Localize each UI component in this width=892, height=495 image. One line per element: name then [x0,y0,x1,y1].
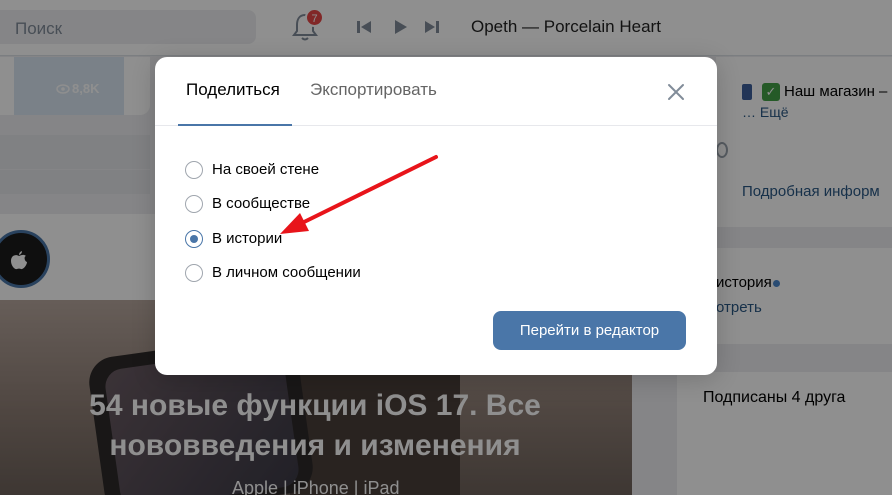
option-community[interactable]: В сообществе [185,191,425,217]
dialog-tabs: Поделиться Экспортировать [155,57,717,126]
open-editor-button[interactable]: Перейти в редактор [493,311,686,350]
tab-share[interactable]: Поделиться [186,80,280,100]
tab-export[interactable]: Экспортировать [310,80,437,100]
share-dialog: Поделиться Экспортировать На своей стене… [155,57,717,375]
option-private-message[interactable]: В личном сообщении [185,260,425,286]
option-label: В личном сообщении [212,264,361,281]
option-story[interactable]: В истории [185,226,425,252]
option-label: В истории [212,230,283,247]
radio-story[interactable] [185,230,203,248]
option-label: На своей стене [212,161,320,178]
close-icon[interactable] [665,81,687,103]
option-label: В сообществе [212,195,311,212]
radio-private-message[interactable] [185,264,203,282]
radio-community[interactable] [185,195,203,213]
active-tab-indicator [178,124,292,126]
radio-own-wall[interactable] [185,161,203,179]
option-own-wall[interactable]: На своей стене [185,157,425,183]
